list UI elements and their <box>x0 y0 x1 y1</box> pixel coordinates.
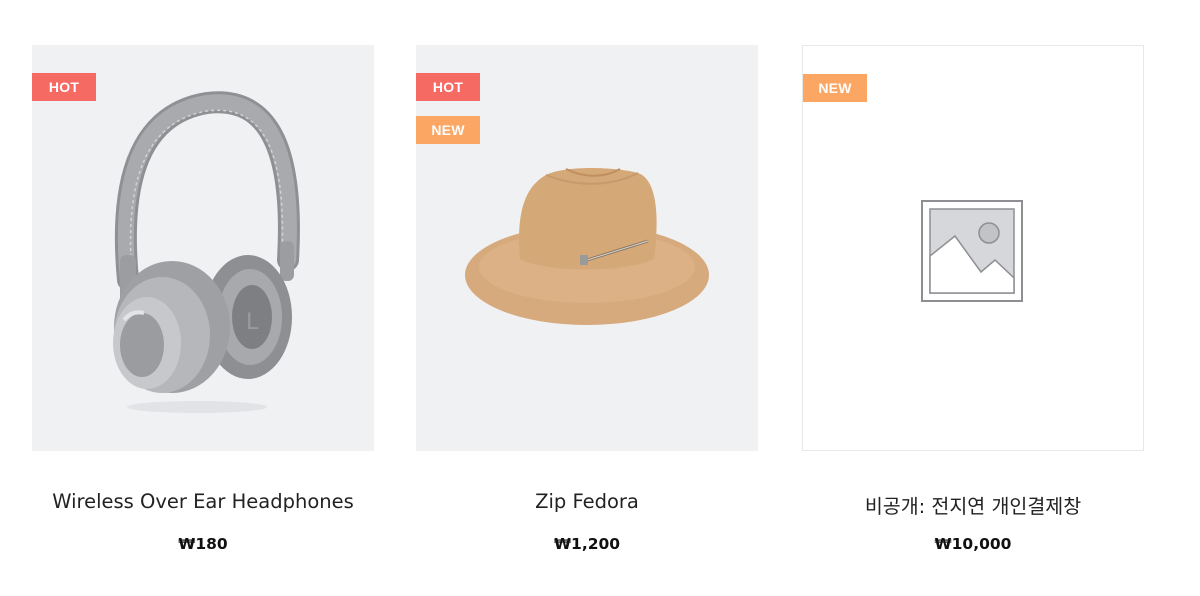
fedora-hat-image <box>465 168 709 325</box>
product-card: HOT NEW Zip Fedora ₩1,200 <box>416 45 758 553</box>
new-badge: NEW <box>803 74 867 102</box>
svg-text:L: L <box>246 310 259 335</box>
hot-badge: HOT <box>416 73 480 101</box>
product-title[interactable]: Zip Fedora <box>416 490 758 513</box>
product-image-link[interactable]: NEW <box>802 45 1144 451</box>
headphones-image: L <box>113 91 300 413</box>
product-price: ₩1,200 <box>553 535 621 553</box>
product-title[interactable]: 비공개: 전지연 개인결제창 <box>802 490 1144 519</box>
product-card: NEW 비공개: 전지연 개인결제창 ₩10,000 <box>802 45 1144 553</box>
product-price: ₩180 <box>178 535 228 553</box>
product-title[interactable]: Wireless Over Ear Headphones <box>32 490 374 513</box>
product-image-link[interactable]: HOT NEW <box>416 45 758 451</box>
product-price: ₩10,000 <box>934 535 1012 553</box>
hot-badge: HOT <box>32 73 96 101</box>
product-card: L HOT Wireless Over Ear Headphones ₩180 <box>32 45 374 553</box>
image-placeholder-icon <box>921 200 1023 302</box>
product-grid: L HOT Wireless Over Ear Headphones ₩180 <box>0 0 1200 596</box>
new-badge: NEW <box>416 116 480 144</box>
product-image-link[interactable]: L HOT <box>32 45 374 451</box>
